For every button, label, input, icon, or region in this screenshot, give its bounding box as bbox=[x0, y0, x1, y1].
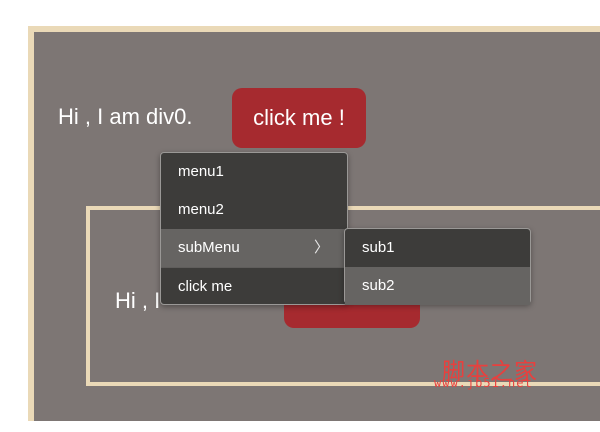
div0-text: Hi , I am div0. bbox=[58, 104, 193, 129]
menu-item-menu2[interactable]: menu2 bbox=[161, 191, 347, 229]
menu-item-label: sub1 bbox=[362, 239, 395, 256]
menu-item-submenu[interactable]: subMenu 〉 bbox=[161, 229, 347, 267]
menu-item-menu1[interactable]: menu1 bbox=[161, 153, 347, 191]
submenu-item-sub1[interactable]: sub1 bbox=[345, 229, 530, 267]
watermark-url: www.jb51.net bbox=[434, 376, 533, 390]
page: Hi , I am div0. click me ! Hi , I menu1 … bbox=[0, 0, 600, 432]
div1-text: Hi , I bbox=[115, 288, 161, 313]
menu-item-label: menu1 bbox=[178, 163, 224, 180]
menu-item-label: sub2 bbox=[362, 277, 395, 294]
watermark: 脚本之家 www.jb51.net bbox=[434, 352, 574, 398]
div0-click-me-button[interactable]: click me ! bbox=[232, 88, 366, 148]
submenu: sub1 sub2 bbox=[344, 228, 531, 305]
menu-item-label: click me bbox=[178, 278, 233, 295]
context-menu: menu1 menu2 subMenu 〉 click me bbox=[160, 152, 348, 305]
menu-item-label: subMenu bbox=[178, 239, 240, 256]
menu-item-label: menu2 bbox=[178, 201, 224, 218]
submenu-item-sub2[interactable]: sub2 bbox=[345, 267, 530, 305]
chevron-right-icon: 〉 bbox=[313, 239, 329, 256]
menu-item-click-me[interactable]: click me bbox=[161, 268, 347, 306]
